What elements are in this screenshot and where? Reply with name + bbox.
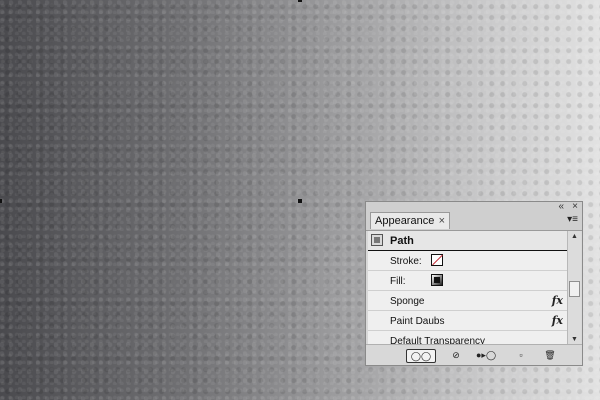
- effect-row-sponge[interactable]: Sponge fx: [368, 291, 567, 311]
- toggle-thumbnail-button[interactable]: ◯◯: [406, 349, 436, 363]
- effect-label: Paint Daubs: [390, 316, 445, 327]
- appearance-panel: « × Appearance × ▾≡ Path Stroke: Fill: S…: [365, 201, 583, 366]
- tab-appearance[interactable]: Appearance ×: [370, 212, 450, 229]
- list-scrollbar[interactable]: ▲ ▼: [567, 231, 581, 346]
- appearance-list: Path Stroke: Fill: Sponge fx Paint Daubs…: [368, 231, 567, 346]
- scroll-thumb[interactable]: [569, 281, 580, 297]
- path-header-row[interactable]: Path: [368, 231, 567, 251]
- clear-appearance-icon[interactable]: ⊘: [450, 349, 462, 361]
- selection-handle-top[interactable]: [298, 0, 302, 2]
- tab-label: Appearance: [375, 215, 435, 227]
- path-label: Path: [390, 235, 414, 247]
- effect-row-paint-daubs[interactable]: Paint Daubs fx: [368, 311, 567, 331]
- stroke-none-swatch-icon[interactable]: [431, 254, 443, 266]
- tab-close-icon[interactable]: ×: [439, 213, 445, 229]
- duplicate-item-icon[interactable]: ▫: [516, 349, 526, 361]
- path-thumbnail-icon: [371, 234, 383, 246]
- fill-gradient-swatch-icon[interactable]: [431, 274, 443, 286]
- scroll-up-arrow-icon[interactable]: ▲: [568, 231, 581, 243]
- fx-icon[interactable]: fx: [552, 314, 563, 327]
- fx-icon[interactable]: fx: [552, 294, 563, 307]
- panel-bottom-toolbar: ◯◯ ⊘ ●▸◯ ▫ 🗑: [366, 344, 582, 365]
- panel-tab-row: Appearance × ▾≡: [366, 210, 582, 231]
- fill-label: Fill:: [390, 276, 406, 287]
- effect-label: Sponge: [390, 296, 425, 307]
- selection-handle-center[interactable]: [298, 199, 302, 203]
- panel-menu-icon[interactable]: ▾≡: [567, 214, 578, 225]
- selection-handle-left[interactable]: [0, 199, 2, 203]
- panel-titlebar[interactable]: « ×: [366, 202, 582, 212]
- stroke-label: Stroke:: [390, 256, 422, 267]
- fill-row[interactable]: Fill:: [368, 271, 567, 291]
- stroke-row[interactable]: Stroke:: [368, 251, 567, 271]
- delete-item-icon[interactable]: 🗑: [544, 349, 556, 361]
- reduce-to-basic-icon[interactable]: ●▸◯: [473, 349, 499, 361]
